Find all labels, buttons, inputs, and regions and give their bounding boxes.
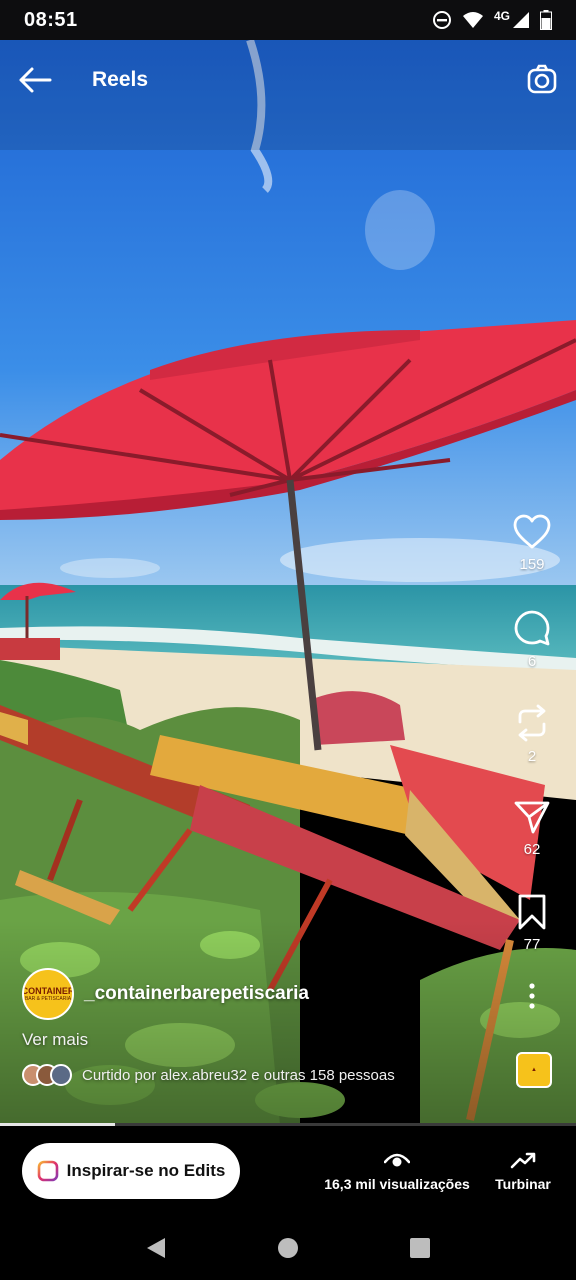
nav-back-icon[interactable] <box>145 1236 167 1260</box>
see-more-link[interactable]: Ver mais <box>22 1030 492 1050</box>
video-progress-fill <box>0 1123 116 1126</box>
video-progress-bar[interactable] <box>0 1123 576 1126</box>
reels-header: Reels <box>0 40 576 120</box>
nav-home-icon[interactable] <box>277 1237 299 1259</box>
more-options-icon[interactable] <box>527 981 537 1011</box>
network-type: 4G <box>493 9 510 23</box>
camera-icon[interactable] <box>526 64 558 96</box>
trending-up-icon <box>510 1152 536 1169</box>
liked-by-row[interactable]: Curtido por alex.abreu32 e outras 158 pe… <box>22 1064 492 1086</box>
share-count: 62 <box>523 841 541 858</box>
status-bar: 08:51 4G <box>0 0 576 40</box>
beach-scene-image <box>0 40 576 1125</box>
audio-thumbnail-logo: ▲ <box>531 1067 537 1073</box>
boost-button[interactable]: Turbinar <box>492 1150 554 1192</box>
comment-icon <box>514 610 550 646</box>
edits-icon <box>37 1160 58 1182</box>
wifi-icon <box>462 12 483 28</box>
reel-video[interactable] <box>0 40 576 1125</box>
send-icon <box>514 801 550 834</box>
author-row[interactable]: CONTAINER BAR & PETISCARIA _containerbar… <box>22 968 492 1020</box>
username-link[interactable]: _containerbarepetiscaria <box>84 983 309 1005</box>
arrow-left-icon[interactable] <box>18 66 52 94</box>
status-time: 08:51 <box>24 8 78 31</box>
avatar-logo-text: CONTAINER <box>22 985 74 996</box>
comment-button[interactable]: 6 <box>513 609 551 704</box>
audio-thumbnail[interactable]: ▲ <box>516 1052 552 1088</box>
system-navigation-bar <box>0 1216 576 1280</box>
page-title: Reels <box>92 68 149 91</box>
like-button[interactable]: 159 <box>513 514 551 609</box>
save-count: 77 <box>523 936 541 953</box>
save-button[interactable]: 77 <box>516 894 548 989</box>
share-button[interactable]: 62 <box>513 799 551 894</box>
reel-actions: 159 6 2 62 77 <box>508 514 556 1011</box>
avatar[interactable]: CONTAINER BAR & PETISCARIA <box>22 968 74 1020</box>
edits-inspire-label: Inspirar-se no Edits <box>66 1161 226 1180</box>
views-button[interactable]: 16,3 mil visualizações <box>322 1150 472 1192</box>
comment-count: 6 <box>527 653 537 670</box>
system-icons: 4G <box>432 9 552 30</box>
views-label: 16,3 mil visualizações <box>324 1176 470 1192</box>
boost-label: Turbinar <box>495 1176 551 1192</box>
repost-icon <box>518 704 546 742</box>
battery-icon <box>540 10 552 30</box>
repost-button[interactable]: 2 <box>514 704 550 799</box>
liker-avatars <box>22 1064 72 1086</box>
post-caption: CONTAINER BAR & PETISCARIA _containerbar… <box>22 968 492 1086</box>
reel-bottom-bar: Inspirar-se no Edits 16,3 mil visualizaç… <box>0 1126 576 1216</box>
liked-by-text: Curtido por alex.abreu32 e outras 158 pe… <box>82 1066 395 1084</box>
like-count: 159 <box>519 556 545 573</box>
signal-icon <box>513 12 529 28</box>
do-not-disturb-icon <box>432 11 451 29</box>
repost-count: 2 <box>527 748 537 765</box>
heart-icon <box>513 514 551 549</box>
bookmark-icon <box>518 894 546 930</box>
edits-inspire-button[interactable]: Inspirar-se no Edits <box>22 1143 240 1199</box>
nav-recents-icon[interactable] <box>409 1237 431 1259</box>
eye-icon <box>384 1153 410 1167</box>
avatar-logo-subtext: BAR & PETISCARIA <box>24 995 72 1002</box>
liker-avatar <box>50 1064 72 1086</box>
